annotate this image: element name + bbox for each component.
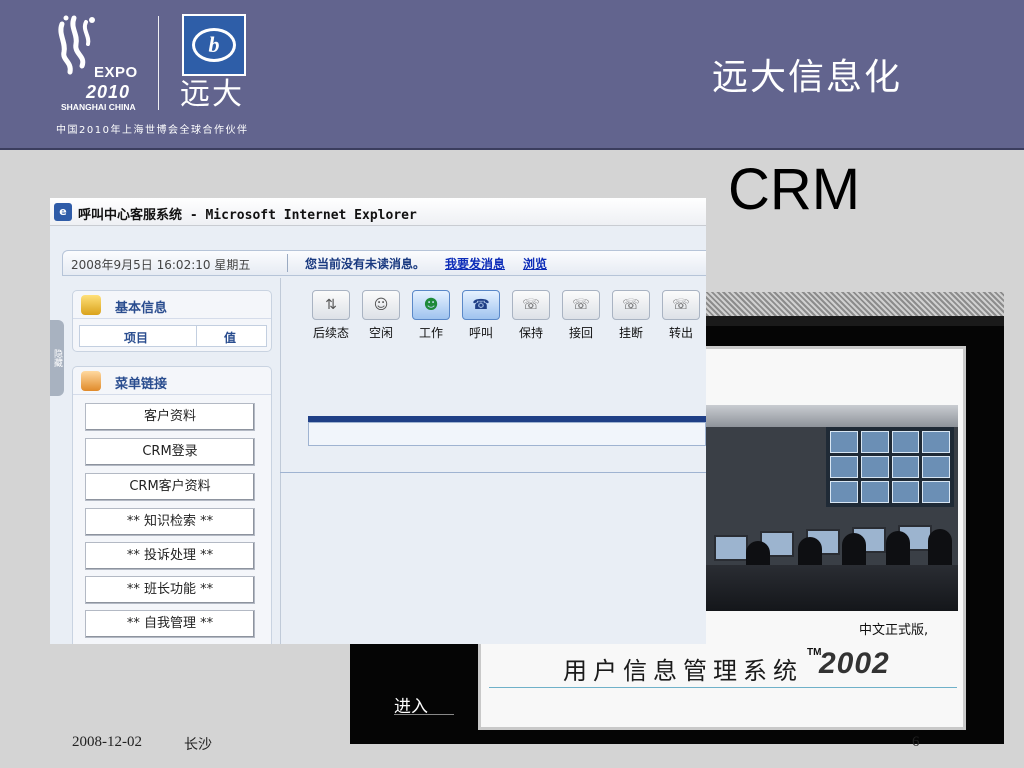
hold-phone-icon: ☏ [522,297,540,313]
info-book-icon [81,295,101,315]
message-status: 您当前没有未读消息。 [305,257,426,271]
system-name: 用户信息管理系统 [563,657,803,685]
tool-hold[interactable]: ☏ 保持 [508,288,554,346]
basic-info-title: 基本信息 [115,301,168,316]
menu-crm-customer-info[interactable]: CRM客户资料 [85,473,255,501]
version-year: 2002 [819,647,890,680]
browse-link[interactable]: 浏览 [523,255,547,272]
footer-date: 2008-12-02 [72,734,142,750]
tool-idle[interactable]: ☺ 空闲 [358,288,404,346]
tool-hangup[interactable]: ☏ 挂断 [608,288,654,346]
send-message-link[interactable]: 我要发消息 [445,255,505,272]
item-column-header: 项目 [124,331,149,345]
working-agent-icon: ☻ [423,297,439,313]
slide-title: CRM [728,157,861,222]
ie-window: e 呼叫中心客服系统 - Microsoft Internet Explorer… [50,198,706,644]
tool-transfer[interactable]: ☏ 转出 [658,288,704,346]
status-icon: ⇅ [325,297,337,313]
status-topbar: 2008年9月5日 16:02:10 星期五 您当前没有未读消息。 我要发消息 … [62,250,706,276]
tool-call[interactable]: ☎ 呼叫 [458,288,504,346]
yuanda-logo-icon: b [182,14,246,76]
menu-leader-functions[interactable]: ** 班长功能 ** [85,576,255,604]
video-wall-icon [826,427,954,507]
expo-year: 2010 [86,82,131,102]
call-center-photo [706,405,958,611]
expo-word: EXPO [94,64,138,81]
basic-info-header-row: 项目 值 [79,325,267,347]
expo-city: SHANGHAI CHINA [61,102,136,112]
page-number: 6 [912,734,920,750]
partner-text: 中国2010年上海世博会全球合作伙伴 [56,125,249,136]
menu-crm-login[interactable]: CRM登录 [85,438,255,466]
company-short-name: 远大 [180,77,244,112]
value-column-header: 值 [224,331,237,345]
company-title: 远大信息化 [712,57,903,98]
logo-divider [158,16,159,110]
hangup-phone-icon: ☏ [622,297,640,313]
menu-knowledge-search[interactable]: ** 知识检索 ** [85,508,255,536]
enter-underline [394,714,454,715]
tool-after-call-status[interactable]: ⇅ 后续态 [308,288,354,346]
footer-location: 长沙 [184,737,212,753]
ie-app-icon: e [54,203,72,221]
system-underline [489,687,957,688]
menu-complaint-handling[interactable]: ** 投诉处理 ** [85,542,255,570]
menu-links-panel: 菜单链接 客户资料 CRM登录 CRM客户资料 ** 知识检索 ** ** 投诉… [72,366,272,644]
side-collapse-tab[interactable]: 隐藏 [50,320,64,396]
retrieve-phone-icon: ☏ [572,297,590,313]
menu-links-icon [81,371,101,391]
edition-label: 中文正式版, [859,623,929,638]
menu-customer-info[interactable]: 客户资料 [85,403,255,431]
tool-working[interactable]: ☻ 工作 [408,288,454,346]
call-phone-icon: ☎ [472,297,490,313]
slide-header: EXPO 2010 SHANGHAI CHINA b 远大 中国2010年上海世… [0,0,1024,150]
transfer-phone-icon: ☏ [672,297,690,313]
ie-window-title: 呼叫中心客服系统 - Microsoft Internet Explorer [78,208,417,223]
content-field[interactable] [308,422,706,446]
ie-titlebar: e 呼叫中心客服系统 - Microsoft Internet Explorer [50,198,706,226]
menu-self-management[interactable]: ** 自我管理 ** [85,610,255,638]
tool-retrieve[interactable]: ☏ 接回 [558,288,604,346]
expo-2010-logo: EXPO 2010 SHANGHAI CHINA [56,14,146,112]
ie-content: 2008年9月5日 16:02:10 星期五 您当前没有未读消息。 我要发消息 … [50,226,706,644]
datetime-display: 2008年9月5日 16:02:10 星期五 [71,258,251,272]
menu-links-title: 菜单链接 [115,377,168,392]
idle-agent-icon: ☺ [373,297,389,313]
call-toolbar: ⇅ 后续态 ☺ 空闲 ☻ 工作 ☎ 呼叫 ☏ 保持 ☏ 接回 ☏ 挂断 ☏ 转出 [308,288,706,348]
basic-info-panel: 基本信息 项目 值 [72,290,272,352]
